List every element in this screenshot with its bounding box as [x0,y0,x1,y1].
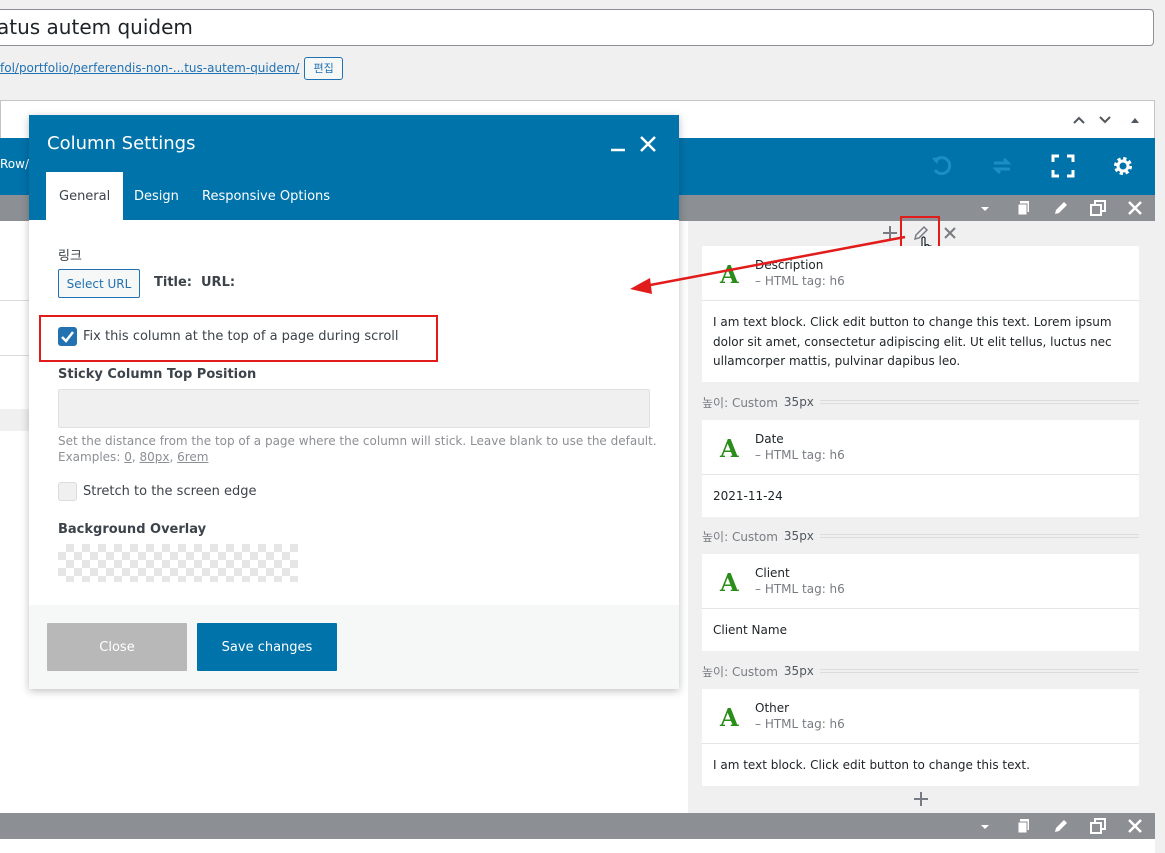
spacer-element[interactable]: 높이: Custom 35px [702,662,1139,680]
modal-header: Column Settings General Design Responsiv… [29,115,679,220]
duplicate-icon[interactable] [1089,817,1107,835]
divider [0,300,30,301]
post-title-input[interactable]: atus autem quidem [0,9,1154,46]
close-icon[interactable] [1126,199,1144,217]
element-card-other[interactable]: A Other – HTML tag: h6 I am text block. Cl… [702,689,1139,786]
close-icon[interactable] [639,135,657,153]
tab-design[interactable]: Design [121,172,192,220]
link-title-label: Title: [154,275,193,290]
permalink-bar: fol/portfolio/perferendis-non-...tus-aut… [0,56,343,80]
copy-icon[interactable] [1015,817,1033,835]
copy-icon[interactable] [1015,199,1033,217]
pencil-icon[interactable] [1052,817,1070,835]
spacer-element[interactable]: 높이: Custom 35px [702,527,1139,545]
redo-icon[interactable] [988,152,1016,180]
tab-general[interactable]: General [46,172,124,220]
close-button[interactable]: Close [47,623,187,671]
spacer-strip [0,409,30,431]
element-card-date[interactable]: A Date – HTML tag: h6 2021-11-24 [702,420,1139,517]
element-text: 2021-11-24 [713,489,783,503]
sticky-column-checkbox[interactable] [58,327,77,346]
background-overlay-color-picker[interactable] [58,544,298,582]
column-settings-modal: Column Settings General Design Responsiv… [29,115,679,689]
next-row-area [0,839,1155,853]
top-position-label: Sticky Column Top Position [58,367,257,382]
caret-down-icon[interactable] [978,817,992,835]
element-text: I am text block. Click edit button to ch… [713,758,1030,772]
text-block-icon: A [720,703,739,732]
tab-responsive-options[interactable]: Responsive Options [189,172,343,220]
permalink-link[interactable]: fol/portfolio/perferendis-non-...tus-aut… [0,61,299,75]
select-url-button[interactable]: Select URL [58,269,140,298]
element-card-description[interactable]: A Description – HTML tag: h6 I am text blo… [702,246,1139,382]
sticky-column-label: Fix this column at the top of a page dur… [83,329,399,344]
gear-icon[interactable] [1109,152,1137,180]
stretch-label: Stretch to the screen edge [83,484,257,499]
text-block-icon: A [720,260,739,289]
chevron-down-icon[interactable] [1097,112,1113,128]
modal-title: Column Settings [47,133,196,154]
modal-footer: Close Save changes [29,605,679,689]
add-element-icon[interactable] [911,789,931,809]
element-text: Client Name [713,623,787,637]
spacer-element[interactable]: 높이: Custom 35px [702,393,1139,411]
element-text: I am text block. Click edit button to ch… [713,315,1112,368]
stretch-checkbox[interactable] [58,482,77,501]
text-block-icon: A [720,434,739,463]
row-tab[interactable]: Row/ [0,157,29,171]
plus-icon[interactable] [881,224,899,242]
permalink-edit-button[interactable]: 편집 [304,56,343,80]
text-block-icon: A [720,568,739,597]
close-icon[interactable] [1126,817,1144,835]
top-position-help: Set the distance from the top of a page … [58,434,657,464]
caret-down-icon[interactable] [978,199,992,217]
pencil-icon[interactable] [1052,199,1070,217]
duplicate-icon[interactable] [1089,199,1107,217]
fullscreen-icon[interactable] [1049,152,1077,180]
close-icon[interactable] [941,224,959,242]
link-url-label: URL: [201,275,236,290]
link-label: 링크 [58,249,82,264]
save-changes-button[interactable]: Save changes [197,623,337,671]
triangle-up-icon[interactable] [1129,114,1141,126]
row-controls-bar [0,813,1155,839]
undo-icon[interactable] [928,152,956,180]
chevron-up-icon[interactable] [1071,112,1087,128]
element-card-client[interactable]: A Client – HTML tag: h6 Client Name [702,554,1139,651]
background-overlay-label: Background Overlay [58,522,207,537]
top-position-input[interactable] [58,389,650,428]
minimize-icon[interactable] [609,135,627,153]
divider [0,355,30,356]
